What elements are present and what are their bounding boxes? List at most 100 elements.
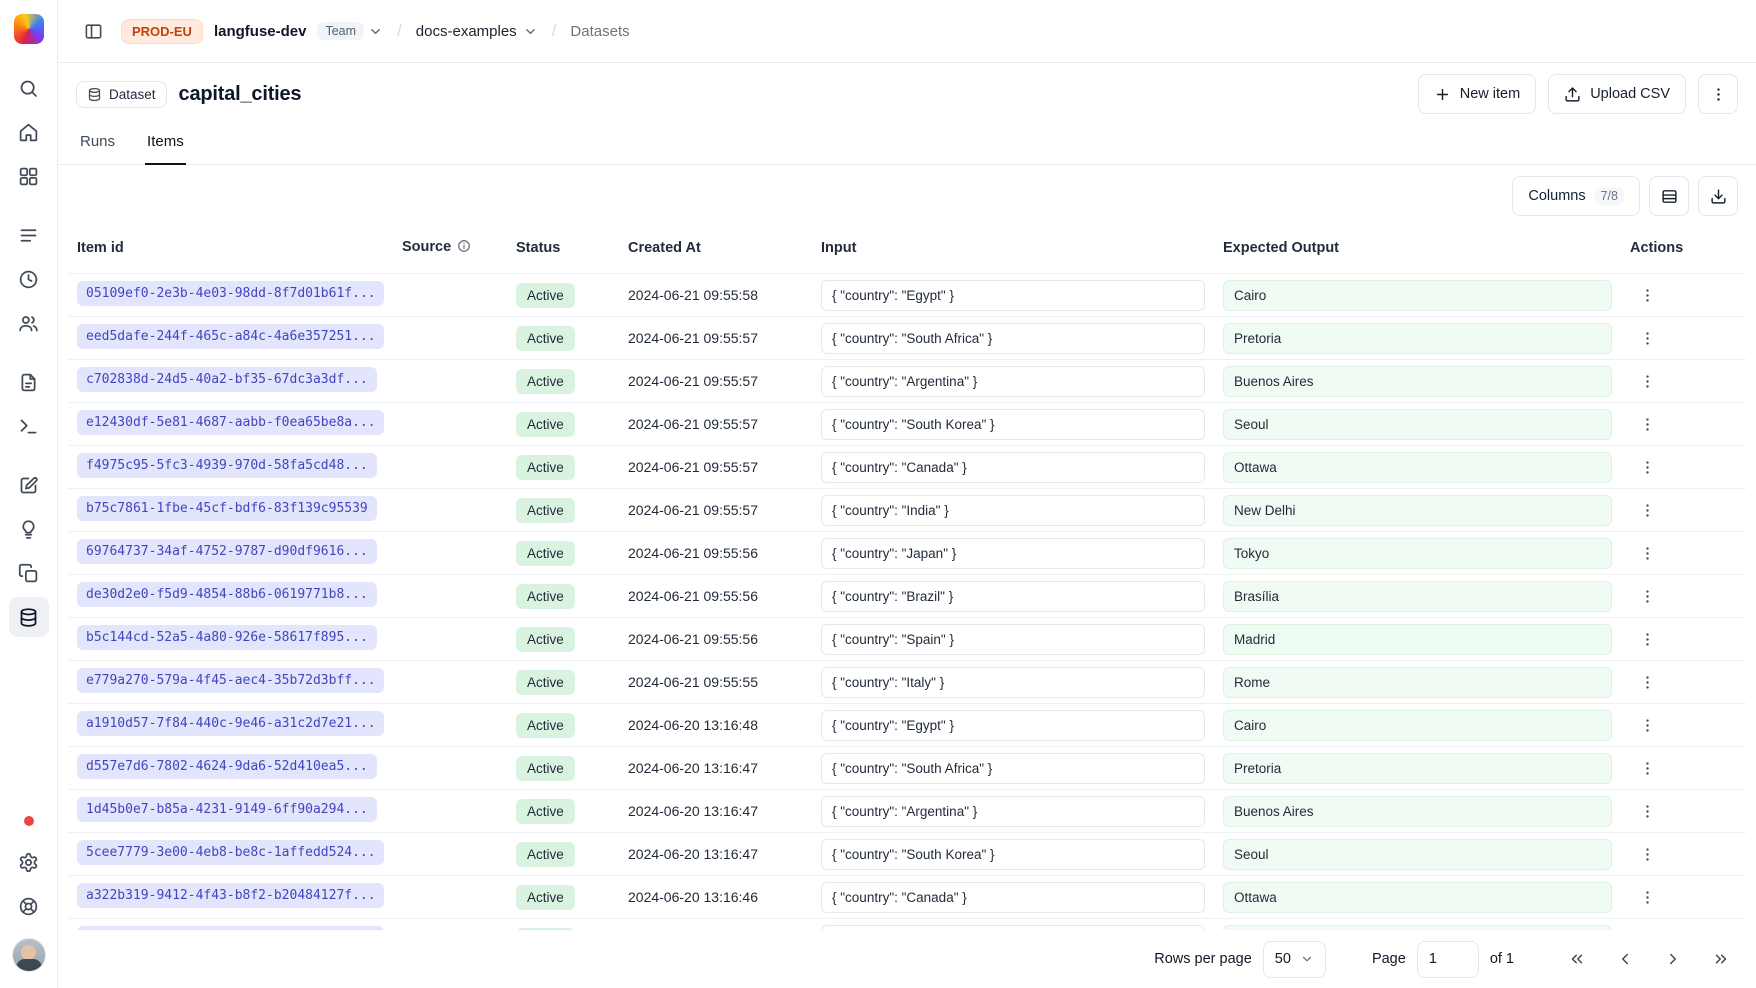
item-id-badge[interactable]: eed5dafe-244f-465c-a84c-4a6e357251... [77, 324, 384, 349]
col-header-expected-output: Expected Output [1214, 227, 1621, 274]
user-avatar[interactable] [12, 938, 46, 972]
table-row[interactable]: 1f0e7da1-dbff-4e60-929d-f6095602bb... Ac… [68, 919, 1746, 931]
org-type-dropdown[interactable]: Team [317, 22, 383, 40]
evaluation-icon[interactable] [9, 465, 49, 505]
environment-badge: PROD-EU [121, 19, 203, 44]
reports-icon[interactable] [9, 553, 49, 593]
row-actions-button[interactable] [1630, 407, 1664, 441]
item-id-badge[interactable]: b75c7861-1fbe-45cf-bdf6-83f139c95539 [77, 496, 377, 521]
item-id-badge[interactable]: e779a270-579a-4f45-aec4-35b72d3bff... [77, 668, 384, 693]
input-preview: { "country": "South Korea" } [821, 839, 1205, 870]
item-id-badge[interactable]: f4975c95-5fc3-4939-970d-58fa5cd48... [77, 453, 377, 478]
col-header-created-at: Created At [619, 227, 812, 274]
info-icon[interactable] [457, 239, 471, 257]
item-id-badge[interactable]: a1910d57-7f84-440c-9e46-a31c2d7e21... [77, 711, 384, 736]
annotation-icon[interactable] [9, 509, 49, 549]
playground-icon[interactable] [9, 406, 49, 446]
breadcrumb-section-datasets[interactable]: Datasets [570, 23, 629, 40]
table-row[interactable]: 1d45b0e7-b85a-4231-9149-6ff90a294... Act… [68, 790, 1746, 833]
more-vertical-icon [1639, 287, 1656, 304]
previous-page-button[interactable] [1608, 942, 1642, 976]
upload-csv-button[interactable]: Upload CSV [1548, 74, 1686, 114]
table-row[interactable]: e12430df-5e81-4687-aabb-f0ea65be8a... Ac… [68, 403, 1746, 446]
settings-icon[interactable] [9, 842, 49, 882]
project-dropdown[interactable]: docs-examples [416, 23, 538, 40]
breadcrumb-separator: / [549, 21, 560, 41]
table-row[interactable]: 05109ef0-2e3b-4e03-98dd-8f7d01b61f... Ac… [68, 274, 1746, 317]
users-icon[interactable] [9, 303, 49, 343]
prompts-icon[interactable] [9, 362, 49, 402]
row-actions-button[interactable] [1630, 579, 1664, 613]
item-id-badge[interactable]: e12430df-5e81-4687-aabb-f0ea65be8a... [77, 410, 384, 435]
item-id-badge[interactable]: a322b319-9412-4f43-b8f2-b20484127f... [77, 883, 384, 908]
row-actions-button[interactable] [1630, 665, 1664, 699]
table-row[interactable]: e779a270-579a-4f45-aec4-35b72d3bff... Ac… [68, 661, 1746, 704]
source-cell [393, 317, 507, 360]
langfuse-logo-icon[interactable] [14, 14, 44, 44]
next-page-button[interactable] [1656, 942, 1690, 976]
row-actions-button[interactable] [1630, 278, 1664, 312]
table-row[interactable]: b75c7861-1fbe-45cf-bdf6-83f139c95539 Act… [68, 489, 1746, 532]
item-id-badge[interactable]: de30d2e0-f5d9-4854-88b6-0619771b8... [77, 582, 377, 607]
search-icon[interactable] [9, 68, 49, 108]
home-icon[interactable] [9, 112, 49, 152]
table-row[interactable]: a322b319-9412-4f43-b8f2-b20484127f... Ac… [68, 876, 1746, 919]
columns-button[interactable]: Columns 7/8 [1512, 176, 1640, 216]
table-row[interactable]: 5cee7779-3e00-4eb8-be8c-1affedd524... Ac… [68, 833, 1746, 876]
sessions-icon[interactable] [9, 259, 49, 299]
last-page-button[interactable] [1704, 942, 1738, 976]
table-row[interactable]: a1910d57-7f84-440c-9e46-a31c2d7e21... Ac… [68, 704, 1746, 747]
input-preview: { "country": "Spain" } [821, 624, 1205, 655]
org-name[interactable]: langfuse-dev [214, 23, 307, 40]
rows-per-page-select[interactable]: 50 [1263, 941, 1326, 978]
item-id-badge[interactable]: b5c144cd-52a5-4a80-926e-58617f895... [77, 625, 377, 650]
row-actions-button[interactable] [1630, 450, 1664, 484]
dashboards-icon[interactable] [9, 156, 49, 196]
row-actions-button[interactable] [1630, 493, 1664, 527]
item-id-badge[interactable]: c702838d-24d5-40a2-bf35-67dc3a3df... [77, 367, 377, 392]
expected-output-preview: Cairo [1223, 280, 1612, 311]
status-badge: Active [516, 756, 575, 781]
row-actions-button[interactable] [1630, 536, 1664, 570]
row-actions-button[interactable] [1630, 622, 1664, 656]
item-id-badge[interactable]: 05109ef0-2e3b-4e03-98dd-8f7d01b61f... [77, 281, 384, 306]
columns-count-badge: 7/8 [1595, 187, 1624, 205]
status-badge: Active [516, 541, 575, 566]
support-icon[interactable] [9, 886, 49, 926]
table-row[interactable]: 69764737-34af-4752-9787-d90df9616... Act… [68, 532, 1746, 575]
tracing-icon[interactable] [9, 215, 49, 255]
item-id-badge[interactable]: 5cee7779-3e00-4eb8-be8c-1affedd524... [77, 840, 384, 865]
row-actions-button[interactable] [1630, 321, 1664, 355]
row-actions-button[interactable] [1630, 708, 1664, 742]
sidebar-nav [9, 68, 49, 637]
new-item-label: New item [1460, 86, 1520, 102]
row-height-button[interactable] [1649, 176, 1689, 216]
sidebar-toggle-icon[interactable] [76, 14, 110, 48]
table-row[interactable]: eed5dafe-244f-465c-a84c-4a6e357251... Ac… [68, 317, 1746, 360]
row-actions-button[interactable] [1630, 751, 1664, 785]
row-actions-button[interactable] [1630, 794, 1664, 828]
more-actions-button[interactable] [1698, 74, 1738, 114]
table-row[interactable]: b5c144cd-52a5-4a80-926e-58617f895... Act… [68, 618, 1746, 661]
row-actions-button[interactable] [1630, 837, 1664, 871]
table-row[interactable]: c702838d-24d5-40a2-bf35-67dc3a3df... Act… [68, 360, 1746, 403]
item-id-badge[interactable]: d557e7d6-7802-4624-9da6-52d410ea5... [77, 754, 377, 779]
new-item-button[interactable]: New item [1418, 74, 1536, 114]
tab-runs[interactable]: Runs [78, 125, 117, 165]
tab-items[interactable]: Items [145, 125, 186, 165]
export-button[interactable] [1698, 176, 1738, 216]
row-actions-button[interactable] [1630, 364, 1664, 398]
database-icon [87, 87, 102, 102]
page-number-input[interactable] [1417, 941, 1479, 978]
row-actions-button[interactable] [1630, 880, 1664, 914]
table-row[interactable]: f4975c95-5fc3-4939-970d-58fa5cd48... Act… [68, 446, 1746, 489]
datasets-icon[interactable] [9, 597, 49, 637]
item-id-badge[interactable]: 1d45b0e7-b85a-4231-9149-6ff90a294... [77, 797, 377, 822]
table-row[interactable]: d557e7d6-7802-4624-9da6-52d410ea5... Act… [68, 747, 1746, 790]
item-id-badge[interactable]: 69764737-34af-4752-9787-d90df9616... [77, 539, 377, 564]
input-preview: { "country": "Egypt" } [821, 280, 1205, 311]
row-actions-button[interactable] [1630, 923, 1664, 930]
first-page-button[interactable] [1560, 942, 1594, 976]
table-row[interactable]: de30d2e0-f5d9-4854-88b6-0619771b8... Act… [68, 575, 1746, 618]
created-at-cell: 2024-06-21 09:55:57 [619, 403, 812, 446]
